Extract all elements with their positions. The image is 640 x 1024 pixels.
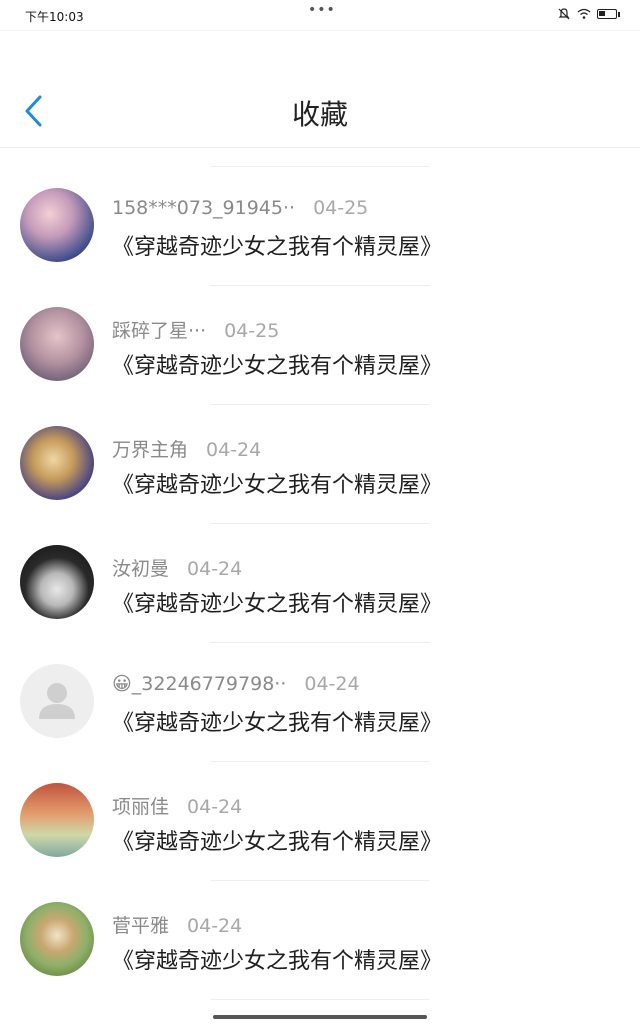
status-icons — [557, 7, 620, 21]
item-meta: 踩碎了星··· 04-25 — [112, 316, 279, 343]
avatar[interactable] — [20, 664, 94, 738]
avatar[interactable] — [20, 783, 94, 857]
list-item[interactable]: 😀_32246779798·· 04-24 《穿越奇迹少女之我有个精灵屋》 — [0, 643, 640, 761]
status-time: 下午10:03 — [25, 10, 84, 24]
list-item[interactable]: 158***073_91945·· 04-25 《穿越奇迹少女之我有个精灵屋》 — [0, 167, 640, 285]
home-indicator[interactable] — [213, 1015, 427, 1019]
item-meta: 汝初曼 04-24 — [112, 554, 242, 581]
list-item[interactable]: 万界主角 04-24 《穿越奇迹少女之我有个精灵屋》 — [0, 405, 640, 523]
status-dots-icon: ••• — [308, 2, 336, 18]
item-meta: 项丽佳 04-24 — [112, 792, 242, 819]
item-date: 04-24 — [187, 558, 243, 580]
item-meta: 万界主角 04-24 — [112, 435, 261, 462]
user-name: 踩碎了星··· — [112, 320, 207, 342]
battery-icon — [597, 9, 617, 19]
favorites-list: 158***073_91945·· 04-25 《穿越奇迹少女之我有个精灵屋》 踩… — [0, 166, 640, 1000]
wifi-icon — [577, 8, 591, 19]
header: 收藏 — [0, 30, 640, 148]
page-title: 收藏 — [291, 98, 348, 131]
avatar[interactable] — [20, 545, 94, 619]
user-name: 😀_32246779798·· — [112, 673, 287, 695]
list-item[interactable]: 项丽佳 04-24 《穿越奇迹少女之我有个精灵屋》 — [0, 762, 640, 880]
item-meta: 158***073_91945·· 04-25 — [112, 197, 368, 219]
default-avatar-icon — [39, 683, 75, 719]
item-date: 04-25 — [224, 320, 280, 342]
book-title: 《穿越奇迹少女之我有个精灵屋》 — [112, 235, 443, 260]
book-title: 《穿越奇迹少女之我有个精灵屋》 — [112, 949, 443, 974]
user-name: 汝初曼 — [112, 558, 170, 580]
item-date: 04-24 — [187, 796, 243, 818]
status-bar: 下午10:03 ••• — [0, 0, 640, 30]
list-item[interactable]: 汝初曼 04-24 《穿越奇迹少女之我有个精灵屋》 — [0, 524, 640, 642]
user-name: 万界主角 — [112, 439, 189, 461]
book-title: 《穿越奇迹少女之我有个精灵屋》 — [112, 830, 443, 855]
user-name: 项丽佳 — [112, 796, 170, 818]
avatar[interactable] — [20, 426, 94, 500]
book-title: 《穿越奇迹少女之我有个精灵屋》 — [112, 473, 443, 498]
item-meta: 菅平雅 04-24 — [112, 911, 242, 938]
item-date: 04-24 — [206, 439, 262, 461]
avatar[interactable] — [20, 902, 94, 976]
avatar[interactable] — [20, 188, 94, 262]
bell-off-icon — [558, 8, 570, 20]
divider — [210, 999, 430, 1000]
item-date: 04-24 — [304, 673, 360, 695]
item-date: 04-24 — [187, 915, 243, 937]
item-meta: 😀_32246779798·· 04-24 — [112, 673, 360, 695]
book-title: 《穿越奇迹少女之我有个精灵屋》 — [112, 354, 443, 379]
avatar[interactable] — [20, 307, 94, 381]
list-item[interactable]: 踩碎了星··· 04-25 《穿越奇迹少女之我有个精灵屋》 — [0, 286, 640, 404]
list-item[interactable]: 菅平雅 04-24 《穿越奇迹少女之我有个精灵屋》 — [0, 881, 640, 999]
item-date: 04-25 — [313, 197, 369, 219]
battery-tip — [618, 11, 620, 17]
user-name: 158***073_91945·· — [112, 197, 296, 219]
user-name: 菅平雅 — [112, 915, 170, 937]
book-title: 《穿越奇迹少女之我有个精灵屋》 — [112, 592, 443, 617]
book-title: 《穿越奇迹少女之我有个精灵屋》 — [112, 711, 443, 736]
